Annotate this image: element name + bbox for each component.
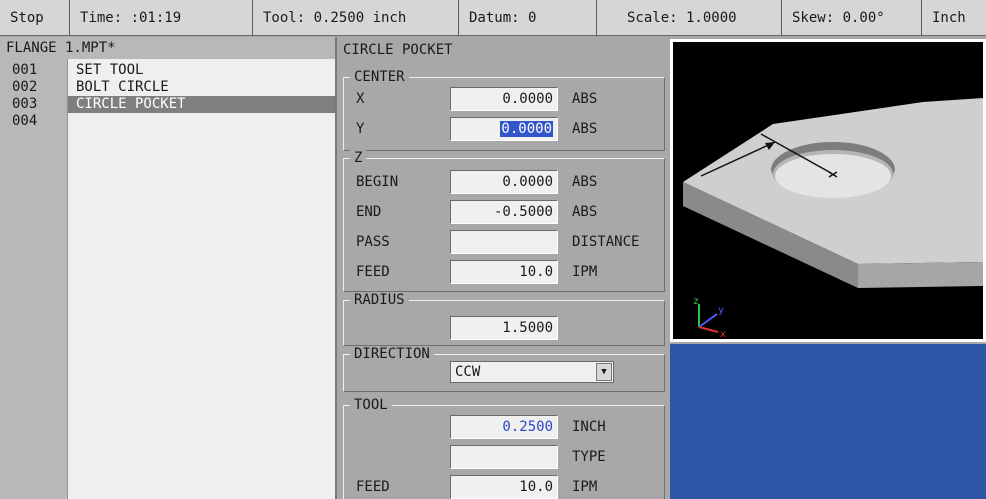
y-axis-line <box>698 313 718 328</box>
step-set-tool[interactable]: SET TOOL <box>68 62 335 79</box>
program-list: 001 002 003 004 SET TOOL BOLT CIRCLE CIR… <box>0 59 335 499</box>
step-form: CIRCLE POCKET CENTER X 0.0000 ABS Y 0.00… <box>339 37 667 499</box>
pocket-floor <box>775 154 891 198</box>
tool-legend: TOOL <box>350 397 392 413</box>
z-begin-row: BEGIN 0.0000 ABS <box>344 169 666 195</box>
center-x-row: X 0.0000 ABS <box>344 86 666 112</box>
direction-legend: DIRECTION <box>350 346 434 362</box>
part-right-side <box>858 262 983 288</box>
z-begin-input[interactable]: 0.0000 <box>450 170 558 194</box>
step-bolt-circle[interactable]: BOLT CIRCLE <box>68 79 335 96</box>
z-end-row: END -0.5000 ABS <box>344 199 666 225</box>
center-group: CENTER X 0.0000 ABS Y 0.0000 ABS <box>343 69 666 151</box>
form-title: CIRCLE POCKET <box>343 42 453 58</box>
center-x-label: X <box>356 91 365 107</box>
tool-size-input[interactable]: 0.2500 <box>450 415 558 439</box>
z-feed-input[interactable]: 10.0 <box>450 260 558 284</box>
step-label-column: SET TOOL BOLT CIRCLE CIRCLE POCKET <box>67 59 335 499</box>
tool-size: Tool: 0.2500 inch <box>253 0 459 36</box>
step-number[interactable]: 001 <box>0 62 67 79</box>
center-legend: CENTER <box>350 69 409 85</box>
z-end-input[interactable]: -0.5000 <box>450 200 558 224</box>
part-preview-3d[interactable]: z y x <box>670 39 986 342</box>
step-number-column: 001 002 003 004 <box>0 59 67 499</box>
tool-type-unit[interactable]: TYPE <box>572 447 606 467</box>
z-feed-label: FEED <box>356 264 390 280</box>
tool-size-row: 0.2500 INCH <box>344 414 666 440</box>
z-end-label: END <box>356 204 382 220</box>
direction-select[interactable]: CCW ▼ <box>450 361 614 383</box>
z-feed-unit[interactable]: IPM <box>572 262 597 282</box>
scale-readout: Scale: 1.0000 <box>597 0 782 36</box>
tool-feed-unit[interactable]: IPM <box>572 477 597 497</box>
step-number[interactable]: 003 <box>0 96 67 113</box>
z-begin-unit[interactable]: ABS <box>572 172 597 192</box>
datum-readout: Datum: 0 <box>459 0 597 36</box>
tool-type-input[interactable] <box>450 445 558 469</box>
center-y-label: Y <box>356 121 365 137</box>
elapsed-time: Time: :01:19 <box>70 0 253 36</box>
tool-feed-row: FEED 10.0 IPM <box>344 474 666 499</box>
x-axis-label: x <box>720 329 726 339</box>
step-circle-pocket[interactable]: CIRCLE POCKET <box>68 96 335 113</box>
z-axis-label: z <box>693 296 699 307</box>
z-end-unit[interactable]: ABS <box>572 202 597 222</box>
program-panel: FLANGE 1.MPT* 001 002 003 004 SET TOOL B… <box>0 37 337 499</box>
tool-feed-label: FEED <box>356 479 390 495</box>
tool-size-unit[interactable]: INCH <box>572 417 606 437</box>
step-number[interactable]: 004 <box>0 113 67 130</box>
z-pass-unit[interactable]: DISTANCE <box>572 232 639 252</box>
z-group: Z BEGIN 0.0000 ABS END -0.5000 ABS PASS … <box>343 150 666 292</box>
tool-feed-input[interactable]: 10.0 <box>450 475 558 499</box>
z-feed-row: FEED 10.0 IPM <box>344 259 666 285</box>
z-pass-input[interactable] <box>450 230 558 254</box>
status-bar: Stop Time: :01:19 Tool: 0.2500 inch Datu… <box>0 0 986 36</box>
direction-group: DIRECTION CCW ▼ <box>343 346 665 392</box>
center-x-input[interactable]: 0.0000 <box>450 87 558 111</box>
z-legend: Z <box>350 150 367 166</box>
units-readout[interactable]: Inch <box>922 0 986 36</box>
radius-input[interactable]: 1.5000 <box>450 316 558 340</box>
radius-row: 1.5000 <box>344 315 666 341</box>
step-number[interactable]: 002 <box>0 79 67 96</box>
z-pass-label: PASS <box>356 234 390 250</box>
radius-group: RADIUS 1.5000 <box>343 292 666 346</box>
skew-readout: Skew: 0.00° <box>782 0 922 36</box>
z-begin-label: BEGIN <box>356 174 399 190</box>
tool-type-row: TYPE <box>344 444 666 470</box>
center-x-unit[interactable]: ABS <box>572 89 597 109</box>
part-render: z y x <box>683 98 983 339</box>
step-empty[interactable] <box>68 113 335 130</box>
direction-value: CCW <box>455 364 481 380</box>
center-y-row: Y 0.0000 ABS <box>344 116 666 142</box>
center-y-input[interactable]: 0.0000 <box>450 117 558 141</box>
center-y-selection: 0.0000 <box>500 121 553 137</box>
dropdown-arrow-icon[interactable]: ▼ <box>596 363 612 381</box>
center-y-unit[interactable]: ABS <box>572 119 597 139</box>
y-axis-label: y <box>718 305 724 316</box>
program-title: FLANGE 1.MPT* <box>0 37 335 59</box>
x-axis-line <box>698 326 719 333</box>
z-pass-row: PASS DISTANCE <box>344 229 666 255</box>
secondary-view-panel <box>670 344 986 499</box>
tool-group: TOOL 0.2500 INCH TYPE FEED 10.0 IPM <box>343 397 666 499</box>
machine-mode[interactable]: Stop <box>0 0 70 36</box>
radius-legend: RADIUS <box>350 292 409 308</box>
